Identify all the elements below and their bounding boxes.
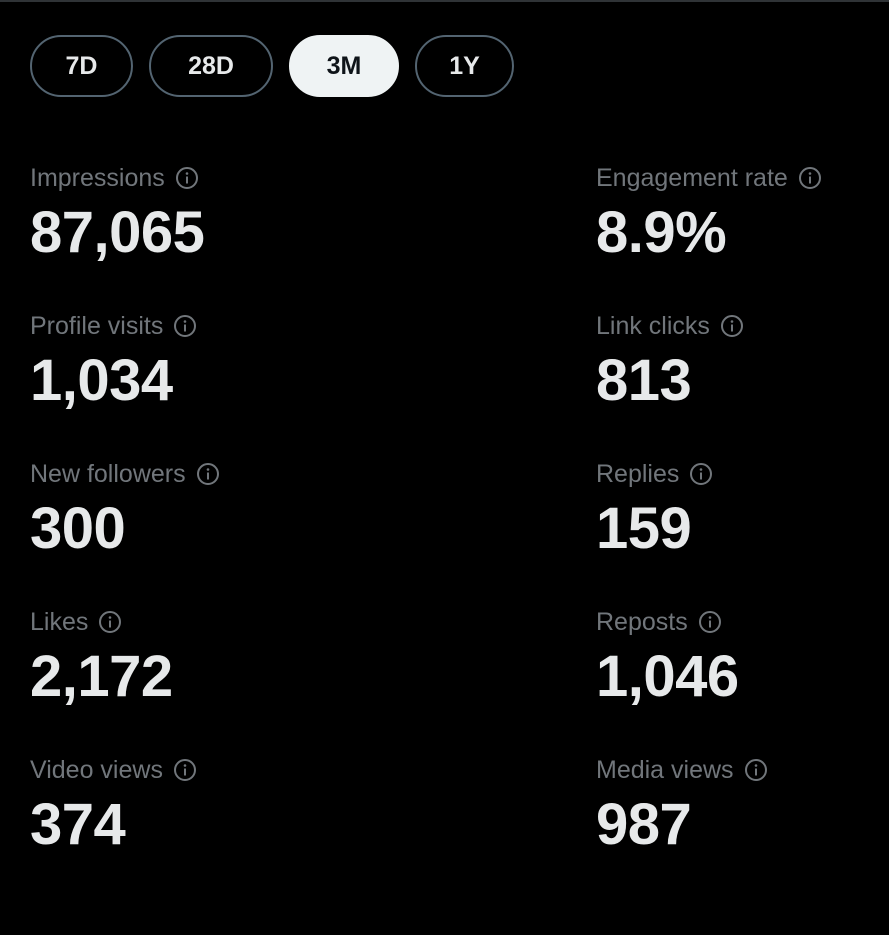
range-1y-button[interactable]: 1Y	[415, 35, 514, 97]
metric-value: 987	[596, 792, 692, 857]
metric-label: Profile visits	[30, 311, 164, 340]
metric-likes: Likes 2,172	[30, 605, 173, 709]
top-divider	[0, 0, 889, 2]
metric-value: 1,034	[30, 348, 173, 413]
info-icon[interactable]	[744, 758, 768, 782]
metric-video-views: Video views 374	[30, 753, 197, 857]
metric-replies: Replies 159	[596, 457, 713, 561]
metric-label: Likes	[30, 607, 89, 636]
info-icon[interactable]	[175, 166, 199, 190]
info-icon[interactable]	[720, 314, 744, 338]
metric-label: Replies	[596, 459, 680, 488]
range-3m-button[interactable]: 3M	[289, 35, 399, 97]
metric-value: 300	[30, 496, 126, 561]
info-icon[interactable]	[196, 462, 220, 486]
metric-value: 2,172	[30, 644, 173, 709]
metric-label: Reposts	[596, 607, 688, 636]
metric-reposts: Reposts 1,046	[596, 605, 739, 709]
info-icon[interactable]	[98, 610, 122, 634]
metric-label: Media views	[596, 755, 734, 784]
time-range-selector: 7D 28D 3M 1Y	[30, 35, 514, 97]
range-28d-button[interactable]: 28D	[149, 35, 273, 97]
metric-value: 813	[596, 348, 692, 413]
metric-link-clicks: Link clicks 813	[596, 309, 744, 413]
metric-label: Engagement rate	[596, 163, 788, 192]
metric-new-followers: New followers 300	[30, 457, 220, 561]
metric-engagement-rate: Engagement rate 8.9%	[596, 161, 822, 265]
info-icon[interactable]	[689, 462, 713, 486]
info-icon[interactable]	[173, 758, 197, 782]
metric-label: New followers	[30, 459, 186, 488]
metric-value: 8.9%	[596, 200, 727, 265]
range-7d-button[interactable]: 7D	[30, 35, 133, 97]
metric-value: 374	[30, 792, 126, 857]
metric-profile-visits: Profile visits 1,034	[30, 309, 197, 413]
metric-label: Video views	[30, 755, 163, 784]
metric-value: 1,046	[596, 644, 739, 709]
metric-value: 87,065	[30, 200, 205, 265]
metric-value: 159	[596, 496, 692, 561]
info-icon[interactable]	[173, 314, 197, 338]
metric-impressions: Impressions 87,065	[30, 161, 205, 265]
info-icon[interactable]	[798, 166, 822, 190]
metric-label: Link clicks	[596, 311, 710, 340]
metric-label: Impressions	[30, 163, 165, 192]
info-icon[interactable]	[698, 610, 722, 634]
metric-media-views: Media views 987	[596, 753, 768, 857]
